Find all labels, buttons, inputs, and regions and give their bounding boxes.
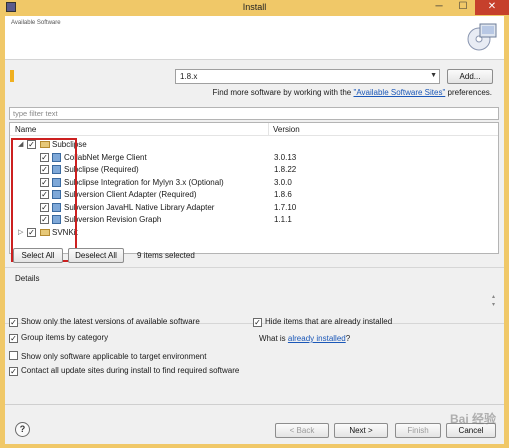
footer-divider (5, 404, 504, 405)
help-icon[interactable]: ? (15, 422, 30, 437)
install-dialog: Install ─ ☐ ✕ Available Software 1.8.x ▼… (0, 0, 509, 448)
checkbox[interactable] (9, 351, 18, 360)
option-label: Hide items that are already installed (265, 317, 393, 326)
tree-item[interactable]: ✓ Subversion Client Adapter (Required) 1… (10, 189, 498, 201)
divider (5, 267, 504, 268)
option-contact-sites[interactable]: ✓ Contact all update sites during install… (9, 366, 240, 376)
option-label: Show only the latest versions of availab… (21, 317, 200, 326)
option-label: Contact all update sites during install … (21, 366, 240, 375)
details-scrollbar[interactable]: ▴ ▾ (489, 293, 498, 317)
work-with-combo[interactable]: 1.8.x ▼ (175, 69, 440, 84)
tree-group-subclipse[interactable]: ◢ ✓ Subclipse (10, 139, 498, 151)
item-version: 1.7.10 (274, 203, 297, 212)
next-button[interactable]: Next > (334, 423, 388, 438)
item-label: Subversion JavaHL Native Library Adapter (64, 203, 215, 212)
what-is-suffix: ? (345, 334, 351, 343)
chevron-down-icon[interactable]: ▼ (430, 72, 437, 79)
tree-item[interactable]: ✓ CollabNet Merge Client 3.0.13 (10, 152, 498, 164)
minimize-icon[interactable]: ─ (427, 0, 451, 15)
item-version: 1.8.22 (274, 165, 297, 174)
item-label: Subversion Client Adapter (Required) (64, 190, 197, 199)
work-with-accent (10, 70, 14, 82)
already-installed-link[interactable]: already installed (288, 334, 346, 343)
option-hide-installed[interactable]: ✓ Hide items that are already installed (253, 317, 393, 327)
available-sites-link[interactable]: "Available Software Sites" (353, 88, 445, 97)
find-more-prefix: Find more software by working with the (212, 88, 354, 97)
dialog-body: Available Software 1.8.x ▼ Add... Find m… (5, 16, 504, 444)
column-name[interactable]: Name (15, 125, 36, 134)
find-more-text: Find more software by working with the "… (213, 88, 492, 97)
checkbox[interactable]: ✓ (9, 318, 18, 327)
finish-button[interactable]: Finish (395, 423, 441, 438)
checkbox[interactable]: ✓ (253, 318, 262, 327)
selected-count: 9 items selected (137, 251, 195, 260)
item-version: 3.0.13 (274, 153, 297, 162)
watermark: Bai 经验 (449, 412, 496, 426)
item-version: 1.8.6 (274, 190, 292, 199)
checkbox[interactable]: ✓ (9, 367, 18, 376)
what-is-prefix: What is (259, 334, 288, 343)
highlight-annotation (11, 138, 77, 262)
column-separator (268, 123, 269, 136)
option-label: Show only software applicable to target … (21, 352, 207, 361)
deselect-all-button[interactable]: Deselect All (68, 248, 124, 263)
option-label: Group items by category (21, 333, 109, 342)
software-tree: Name Version ◢ ✓ Subclipse ✓ CollabNet M… (9, 122, 499, 254)
install-cd-icon (467, 23, 497, 51)
option-group-by-category[interactable]: ✓ Group items by category (9, 333, 109, 343)
what-is-installed-text: What is already installed? (259, 334, 350, 343)
column-version[interactable]: Version (273, 125, 300, 134)
select-all-button[interactable]: Select All (13, 248, 63, 263)
item-version: 1.1.1 (274, 215, 292, 224)
header-subtitle: Available Software (11, 20, 61, 26)
find-more-suffix: preferences. (445, 88, 492, 97)
back-button[interactable]: < Back (275, 423, 329, 438)
tree-group-svnkit[interactable]: ▷ ✓ SVNKit (10, 227, 498, 239)
tree-item[interactable]: ✓ Subversion JavaHL Native Library Adapt… (10, 202, 498, 214)
checkbox[interactable]: ✓ (9, 334, 18, 343)
details-label: Details (15, 274, 40, 283)
tree-item[interactable]: ✓ Subversion Revision Graph 1.1.1 (10, 214, 498, 226)
maximize-icon[interactable]: ☐ (451, 0, 475, 15)
title-bar: Install ─ ☐ ✕ (0, 0, 509, 16)
option-latest-versions[interactable]: ✓ Show only the latest versions of availa… (9, 317, 200, 327)
close-icon[interactable]: ✕ (475, 0, 509, 15)
item-version: 3.0.0 (274, 178, 292, 187)
add-site-button[interactable]: Add... (447, 69, 493, 84)
item-label: Subclipse Integration for Mylyn 3.x (Opt… (64, 178, 224, 187)
details-area (9, 284, 499, 320)
tree-header: Name Version (10, 123, 498, 136)
wizard-header: Available Software (5, 16, 504, 60)
filter-input[interactable]: type filter text (9, 107, 499, 120)
work-with-value: 1.8.x (180, 72, 198, 81)
tree-item[interactable]: ✓ Subclipse (Required) 1.8.22 (10, 164, 498, 176)
option-target-environment[interactable]: Show only software applicable to target … (9, 350, 206, 361)
tree-item[interactable]: ✓ Subclipse Integration for Mylyn 3.x (O… (10, 177, 498, 189)
item-label: Subversion Revision Graph (64, 215, 162, 224)
